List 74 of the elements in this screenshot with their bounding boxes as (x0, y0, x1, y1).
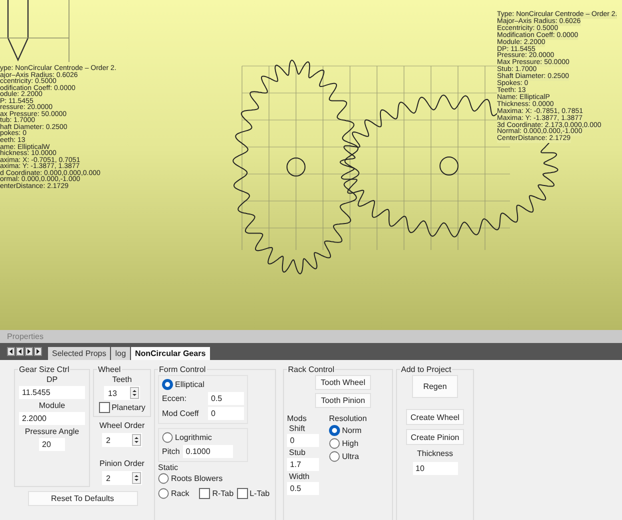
radio-button-icon[interactable] (162, 379, 173, 390)
option-label: L-Tab (250, 489, 270, 498)
push-button[interactable]: Create Wheel (406, 409, 464, 425)
number-field[interactable]: 2.2000 (19, 412, 85, 425)
group-title: Gear Size Ctrl (18, 365, 70, 374)
number-field[interactable]: 10 (412, 462, 458, 475)
field-label: Shift (289, 424, 306, 433)
group-title: Wheel (97, 365, 122, 374)
checkbox-icon[interactable] (98, 402, 110, 413)
panel-tab[interactable]: Selected Props (48, 347, 110, 360)
field-label: Wheel Order (99, 421, 145, 430)
option-label: Logrithmic (175, 433, 212, 442)
number-field[interactable]: 20 (39, 438, 65, 451)
radio-button-icon[interactable] (162, 432, 173, 443)
spin-arrows-icon[interactable] (130, 387, 139, 399)
checkbox-icon[interactable] (236, 488, 248, 499)
field-label: Teeth (112, 375, 132, 384)
option-label: Rack (171, 489, 190, 498)
checkbox-icon[interactable] (199, 488, 210, 499)
field-label: Width (289, 472, 310, 481)
push-button[interactable]: Create Pinion (406, 429, 464, 445)
option-label: Ultra (342, 452, 359, 461)
tool-drawing (0, 0, 70, 62)
push-button[interactable]: Regen (412, 375, 458, 398)
push-button[interactable]: Tooth Pinion (315, 393, 371, 408)
field-label: Eccen: (162, 394, 186, 403)
option-label: Norm (342, 426, 362, 435)
field-label: Pressure Angle (24, 427, 80, 436)
scroll-left-icon[interactable] (16, 347, 24, 356)
number-field[interactable]: 0 (208, 407, 244, 420)
radio-button-icon[interactable] (158, 488, 169, 499)
panel-tab[interactable]: log (111, 347, 130, 360)
option-label: Planetary (112, 403, 146, 412)
number-field[interactable]: 0.5 (287, 482, 319, 495)
number-field[interactable]: 0.1000 (182, 445, 233, 458)
field-label: DP (46, 375, 58, 384)
field-label: Thickness (416, 449, 453, 458)
number-field[interactable]: 0.5 (208, 392, 244, 405)
field-label: Pinion Order (100, 459, 144, 468)
number-field[interactable]: 11.5455 (19, 386, 85, 399)
group-title: Form Control (158, 365, 207, 374)
radio-button-icon[interactable] (329, 425, 340, 436)
spin-box[interactable]: 13 (104, 386, 140, 400)
option-label: Elliptical (175, 380, 204, 389)
field-label: Resolution (329, 414, 367, 423)
shaft-circle (440, 156, 458, 176)
field-label: Mods (287, 414, 307, 423)
spin-arrows-icon[interactable] (132, 472, 141, 484)
field-label: Mod Coeff (162, 409, 199, 418)
number-field[interactable]: 1.7 (287, 458, 319, 471)
number-field[interactable]: 0 (287, 434, 319, 447)
option-label: R-Tab (212, 489, 234, 498)
spin-box[interactable]: 2 (102, 433, 142, 447)
field-label: Module (38, 401, 66, 410)
radio-button-icon[interactable] (329, 438, 340, 449)
group-title: Add to Project (400, 365, 452, 374)
group-title: Rack Control (287, 365, 336, 374)
field-label: Pitch (162, 447, 180, 456)
field-label: Stub (289, 448, 306, 457)
push-button[interactable]: Tooth Wheel (315, 375, 371, 390)
panel-title: Properties (0, 330, 622, 343)
spin-arrows-icon[interactable] (132, 434, 141, 446)
option-label: Roots Blowers (171, 474, 223, 483)
radio-button-icon[interactable] (158, 473, 169, 484)
radio-button-icon[interactable] (329, 451, 340, 462)
scroll-right-icon[interactable] (34, 347, 42, 356)
shaft-circle (286, 158, 306, 176)
spin-box[interactable]: 2 (102, 471, 142, 485)
scroll-right-icon[interactable] (25, 347, 33, 356)
push-button[interactable]: Reset To Defaults (28, 491, 138, 506)
field-label: Static (158, 463, 178, 472)
scroll-left-icon[interactable] (7, 347, 15, 356)
option-label: High (342, 439, 358, 448)
panel-tab[interactable]: NonCircular Gears (130, 347, 210, 360)
